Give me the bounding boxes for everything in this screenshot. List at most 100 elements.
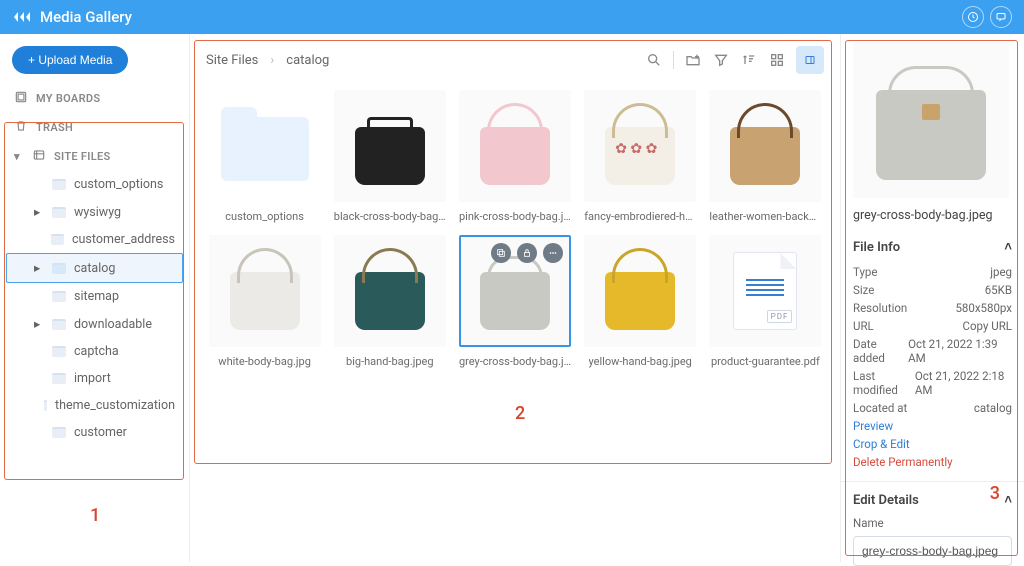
name-field-label: Name bbox=[853, 516, 1012, 530]
app-header: Media Gallery bbox=[0, 0, 1024, 34]
clock-icon[interactable] bbox=[962, 6, 984, 28]
site-files-icon bbox=[32, 148, 46, 165]
bag-thumbnail bbox=[480, 127, 550, 185]
nav-section-label: MY BOARDS bbox=[36, 92, 100, 105]
chevron-right-icon: › bbox=[270, 53, 274, 68]
chevron-right-icon: ▸ bbox=[34, 316, 44, 332]
sidebar-item-label: downloadable bbox=[74, 317, 152, 332]
sidebar-item-theme-customization[interactable]: theme_customization bbox=[6, 392, 183, 419]
comment-icon[interactable] bbox=[990, 6, 1012, 28]
nav-section-site-files[interactable]: ▾ SITE FILES bbox=[6, 142, 183, 171]
tile-image[interactable]: fancy-embrodiered-hand... bbox=[582, 90, 699, 223]
sidebar-item-customer-address[interactable]: customer_address bbox=[6, 226, 183, 253]
clasp-icon bbox=[922, 104, 940, 120]
grid-view-icon[interactable] bbox=[768, 51, 786, 69]
copy-url-link[interactable]: Copy URL bbox=[963, 319, 1012, 333]
sidebar-item-downloadable[interactable]: ▸ downloadable bbox=[6, 310, 183, 338]
breadcrumb-current: catalog bbox=[286, 53, 329, 68]
tile-image[interactable]: leather-women-backpac... bbox=[707, 90, 824, 223]
sidebar: + Upload Media MY BOARDS TRASH ▾ SITE FI bbox=[0, 34, 190, 562]
tile-label: white-body-bag.jpg bbox=[218, 355, 311, 368]
details-panel-toggle-icon[interactable] bbox=[796, 46, 824, 74]
tile-label: custom_options bbox=[225, 210, 304, 223]
tile-image-selected[interactable]: grey-cross-body-bag.jpeg bbox=[456, 235, 573, 368]
breadcrumb-root[interactable]: Site Files bbox=[206, 53, 258, 68]
chevron-right-icon: ▸ bbox=[34, 260, 44, 276]
content-area: Site Files › catalog custom_options bbox=[190, 34, 840, 562]
info-key: URL bbox=[853, 319, 874, 333]
tile-label: pink-cross-body-bag.jpeg bbox=[459, 210, 571, 223]
sidebar-item-import[interactable]: import bbox=[6, 365, 183, 392]
sidebar-item-label: wysiwyg bbox=[74, 205, 121, 220]
info-value: 580x580px bbox=[955, 301, 1012, 315]
tile-image[interactable]: white-body-bag.jpg bbox=[206, 235, 323, 368]
delete-permanently-link[interactable]: Delete Permanently bbox=[853, 455, 953, 469]
info-key: Date added bbox=[853, 337, 908, 365]
edit-details-header[interactable]: Edit Details ˄ bbox=[853, 492, 1012, 508]
tile-label: big-hand-bag.jpeg bbox=[346, 355, 433, 368]
sidebar-item-label: sitemap bbox=[74, 289, 119, 304]
nav-section-trash[interactable]: TRASH bbox=[6, 113, 183, 142]
crop-edit-link[interactable]: Crop & Edit bbox=[853, 437, 910, 451]
bag-thumbnail bbox=[480, 272, 550, 330]
filter-icon[interactable] bbox=[712, 51, 730, 69]
file-info-header[interactable]: File Info ˄ bbox=[853, 239, 1012, 255]
file-preview bbox=[853, 42, 1009, 198]
info-key: Located at bbox=[853, 401, 907, 415]
boards-icon bbox=[14, 90, 28, 107]
info-value: 65KB bbox=[985, 283, 1012, 297]
nav-section-label: TRASH bbox=[36, 121, 73, 134]
tile-folder[interactable]: custom_options bbox=[206, 90, 323, 223]
section-title: Edit Details bbox=[853, 493, 919, 508]
folder-icon bbox=[51, 234, 64, 245]
folder-icon bbox=[52, 346, 66, 357]
annotation-number-1: 1 bbox=[90, 505, 100, 526]
bag-thumbnail bbox=[605, 272, 675, 330]
tile-label: grey-cross-body-bag.jpeg bbox=[459, 355, 571, 368]
copy-icon[interactable] bbox=[491, 243, 511, 263]
sidebar-item-wysiwyg[interactable]: ▸wysiwyg bbox=[6, 198, 183, 226]
bag-thumbnail bbox=[230, 272, 300, 330]
sidebar-item-catalog[interactable]: ▸ catalog bbox=[6, 253, 183, 283]
nav-section-label: SITE FILES bbox=[54, 150, 111, 163]
search-icon[interactable] bbox=[645, 51, 663, 69]
nav-section-my-boards[interactable]: MY BOARDS bbox=[6, 84, 183, 113]
sidebar-item-label: customer bbox=[74, 425, 127, 440]
location-link[interactable]: catalog bbox=[974, 401, 1012, 415]
toolbar: Site Files › catalog bbox=[200, 42, 830, 84]
folder-icon bbox=[52, 207, 66, 218]
annotation-number-2: 2 bbox=[515, 403, 525, 424]
tile-label: black-cross-body-bag.jpeg bbox=[334, 210, 446, 223]
sidebar-item-label: import bbox=[74, 371, 111, 386]
file-grid: custom_options black-cross-body-bag.jpeg… bbox=[200, 84, 830, 374]
lock-icon[interactable] bbox=[517, 243, 537, 263]
tile-pdf[interactable]: PDF product-guarantee.pdf bbox=[707, 235, 824, 368]
info-key: Size bbox=[853, 283, 874, 297]
annotation-number-3: 3 bbox=[990, 483, 1000, 504]
upload-media-button[interactable]: + Upload Media bbox=[12, 46, 128, 74]
preview-link[interactable]: Preview bbox=[853, 419, 893, 433]
new-folder-icon[interactable] bbox=[684, 51, 702, 69]
tile-label: fancy-embrodiered-hand... bbox=[584, 210, 696, 223]
tile-label: product-guarantee.pdf bbox=[711, 355, 820, 368]
sidebar-item-customer[interactable]: customer bbox=[6, 419, 183, 446]
sidebar-item-captcha[interactable]: captcha bbox=[6, 338, 183, 365]
sidebar-item-label: customer_address bbox=[72, 232, 175, 247]
tile-image[interactable]: yellow-hand-bag.jpeg bbox=[582, 235, 699, 368]
sort-icon[interactable] bbox=[740, 51, 758, 69]
info-value: Oct 21, 2022 1:39 AM bbox=[908, 337, 1012, 365]
bag-thumbnail bbox=[605, 127, 675, 185]
sidebar-item-sitemap[interactable]: sitemap bbox=[6, 283, 183, 310]
divider bbox=[841, 481, 1024, 482]
bag-thumbnail bbox=[355, 127, 425, 185]
tile-image[interactable]: pink-cross-body-bag.jpeg bbox=[456, 90, 573, 223]
bag-thumbnail bbox=[355, 272, 425, 330]
more-icon[interactable] bbox=[543, 243, 563, 263]
sidebar-item-label: catalog bbox=[74, 261, 115, 276]
tile-image[interactable]: big-hand-bag.jpeg bbox=[331, 235, 448, 368]
sidebar-item-custom-options[interactable]: custom_options bbox=[6, 171, 183, 198]
folder-tree: custom_options ▸wysiwyg customer_address… bbox=[6, 171, 183, 446]
file-name: grey-cross-body-bag.jpeg bbox=[853, 208, 1012, 223]
divider bbox=[673, 51, 674, 69]
tile-image[interactable]: black-cross-body-bag.jpeg bbox=[331, 90, 448, 223]
